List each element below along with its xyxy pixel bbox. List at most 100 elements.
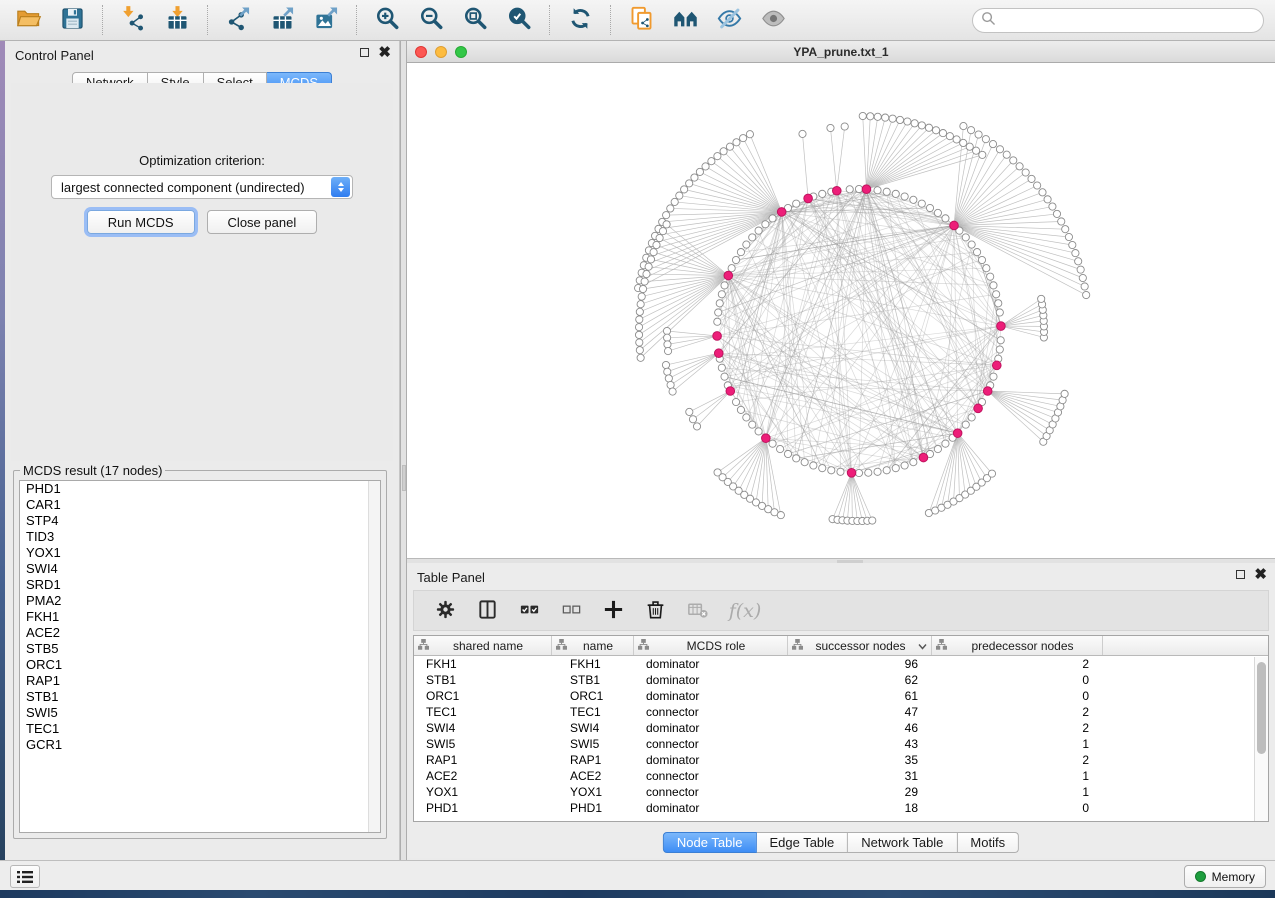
network-node[interactable] [966, 143, 973, 150]
network-node[interactable] [901, 462, 908, 469]
list-item[interactable]: TEC1 [20, 721, 380, 737]
network-node[interactable] [638, 293, 645, 300]
network-node[interactable] [784, 450, 791, 457]
network-node[interactable] [989, 140, 996, 147]
network-node[interactable] [990, 282, 997, 289]
network-node[interactable] [721, 373, 728, 380]
network-node[interactable] [1038, 295, 1045, 302]
network-node[interactable] [874, 187, 881, 194]
network-node[interactable] [892, 465, 899, 472]
network-node[interactable] [743, 241, 750, 248]
network-node[interactable] [721, 282, 728, 289]
network-node[interactable] [882, 114, 889, 121]
float-panel-icon[interactable] [1236, 570, 1245, 579]
hide-selected-button[interactable] [711, 3, 747, 37]
network-hub-node[interactable] [983, 387, 992, 396]
list-item[interactable]: GCR1 [20, 737, 380, 753]
network-node[interactable] [967, 127, 974, 134]
list-item[interactable]: PHD1 [20, 481, 380, 497]
network-node[interactable] [846, 186, 853, 193]
network-node[interactable] [702, 163, 709, 170]
network-node[interactable] [769, 215, 776, 222]
network-hub-node[interactable] [974, 404, 983, 413]
network-node[interactable] [988, 470, 995, 477]
column-visibility-button[interactable] [472, 596, 502, 626]
network-node[interactable] [1044, 196, 1051, 203]
network-node[interactable] [1016, 163, 1023, 170]
network-node[interactable] [946, 133, 953, 140]
tab-motifs[interactable]: Motifs [957, 832, 1019, 853]
memory-button[interactable]: Memory [1184, 865, 1266, 888]
network-node[interactable] [732, 398, 739, 405]
network-node[interactable] [892, 190, 899, 197]
network-node[interactable] [996, 346, 1003, 353]
network-node[interactable] [665, 375, 672, 382]
network-hub-node[interactable] [847, 469, 856, 478]
network-node[interactable] [762, 221, 769, 228]
table-row[interactable]: RAP1RAP1dominator352 [414, 752, 1268, 768]
scrollbar-thumb[interactable] [1257, 662, 1266, 754]
network-node[interactable] [676, 192, 683, 199]
network-node[interactable] [664, 347, 671, 354]
network-node[interactable] [869, 517, 876, 524]
network-node[interactable] [641, 278, 648, 285]
network-hub-node[interactable] [997, 322, 1006, 331]
network-node[interactable] [801, 459, 808, 466]
network-node[interactable] [874, 468, 881, 475]
network-node[interactable] [865, 469, 872, 476]
network-node[interactable] [686, 408, 693, 415]
network-node[interactable] [650, 249, 657, 256]
network-node[interactable] [746, 131, 753, 138]
close-panel-icon[interactable]: ✖ [1254, 569, 1267, 580]
list-item[interactable]: SWI5 [20, 705, 380, 721]
network-node[interactable] [1079, 274, 1086, 281]
network-node[interactable] [728, 265, 735, 272]
import-table-button[interactable] [159, 3, 195, 37]
network-node[interactable] [827, 124, 834, 131]
network-node[interactable] [819, 465, 826, 472]
network-node[interactable] [732, 256, 739, 263]
network-node[interactable] [671, 198, 678, 205]
network-hub-node[interactable] [713, 332, 722, 341]
network-node[interactable] [996, 146, 1003, 153]
network-node[interactable] [639, 285, 646, 292]
network-node[interactable] [1061, 390, 1068, 397]
search-box[interactable] [972, 8, 1264, 33]
zoom-fit-button[interactable] [457, 3, 493, 37]
search-input[interactable] [996, 11, 1263, 31]
run-mcds-button[interactable]: Run MCDS [87, 210, 195, 234]
network-node[interactable] [645, 263, 652, 270]
network-node[interactable] [828, 467, 835, 474]
column-header-predecessor-nodes[interactable]: predecessor nodes [932, 636, 1103, 655]
network-node[interactable] [934, 445, 941, 452]
optimization-criterion-select[interactable]: largest connected component (undirected) [51, 175, 353, 199]
network-node[interactable] [662, 361, 669, 368]
network-node[interactable] [793, 455, 800, 462]
zoom-in-button[interactable] [369, 3, 405, 37]
list-item[interactable]: TID3 [20, 529, 380, 545]
network-node[interactable] [708, 158, 715, 165]
network-hub-node[interactable] [777, 208, 786, 217]
network-node[interactable] [1049, 203, 1056, 210]
network-node[interactable] [939, 129, 946, 136]
network-node[interactable] [663, 212, 670, 219]
network-node[interactable] [874, 113, 881, 120]
network-node[interactable] [793, 200, 800, 207]
network-graph[interactable] [407, 63, 1275, 558]
list-item[interactable]: ACE2 [20, 625, 380, 641]
network-node[interactable] [972, 147, 979, 154]
network-node[interactable] [973, 249, 980, 256]
network-node[interactable] [997, 337, 1004, 344]
network-node[interactable] [718, 364, 725, 371]
network-node[interactable] [636, 347, 643, 354]
column-header-MCDS-role[interactable]: MCDS role [634, 636, 788, 655]
network-node[interactable] [718, 291, 725, 298]
list-item[interactable]: ORC1 [20, 657, 380, 673]
network-node[interactable] [855, 469, 862, 476]
table-scrollbar[interactable] [1254, 657, 1268, 821]
network-node[interactable] [737, 406, 744, 413]
network-node[interactable] [979, 151, 986, 158]
column-header-successor-nodes[interactable]: successor nodes [788, 636, 932, 655]
network-node[interactable] [911, 120, 918, 127]
network-node[interactable] [681, 186, 688, 193]
